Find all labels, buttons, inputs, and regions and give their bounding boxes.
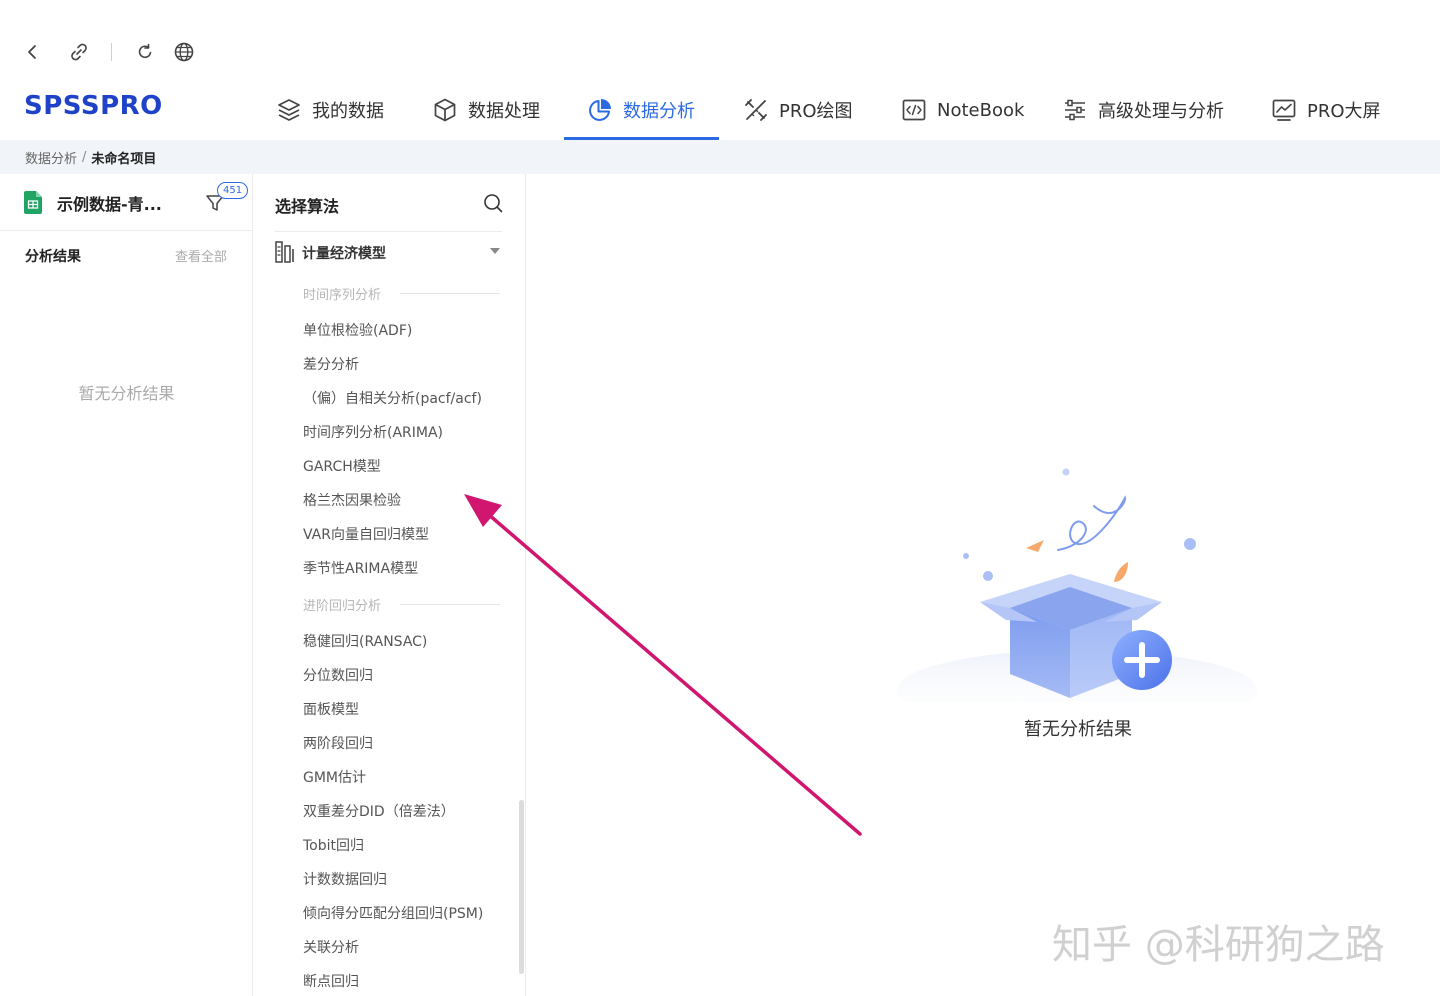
toolbar-separator (111, 43, 112, 61)
main-area: 暂无分析结果 (527, 174, 1440, 996)
left-panel: 示例数据-青... 451 分析结果 查看全部 暂无分析结果 (0, 174, 253, 996)
breadcrumb-parent[interactable]: 数据分析 (25, 148, 77, 167)
spreadsheet-icon (24, 191, 42, 214)
nav-advanced-analysis-label: 高级处理与分析 (1098, 101, 1224, 122)
group-label-advanced-regression: 进阶回归分析 (303, 599, 382, 614)
breadcrumb-separator: / (82, 149, 87, 165)
nav-pro-dashboard-label: PRO大屏 (1307, 101, 1381, 122)
search-icon[interactable] (482, 192, 504, 214)
nav-advanced-analysis[interactable]: 高级处理与分析 (1062, 80, 1224, 140)
nav-notebook[interactable]: NoteBook (901, 80, 1024, 140)
nav-pro-drawing-label: PRO绘图 (779, 101, 853, 122)
nav-data-analysis-label: 数据分析 (623, 101, 695, 122)
category-econometrics[interactable]: 计量经济模型 (275, 240, 502, 264)
watermark-text: 知乎 @科研狗之路 (1052, 922, 1385, 968)
algorithm-item[interactable]: 时间序列分析(ARIMA) (303, 422, 443, 442)
app-logo[interactable]: SPSSPRO (24, 90, 163, 122)
nav-pro-drawing[interactable]: PRO绘图 (743, 80, 853, 140)
algorithm-item[interactable]: 双重差分DID（倍差法） (303, 801, 455, 821)
group-label-time-series: 时间序列分析 (303, 288, 382, 303)
globe-icon[interactable] (170, 38, 198, 66)
algorithm-item[interactable]: 面板模型 (303, 699, 359, 719)
model-columns-icon (275, 241, 297, 263)
empty-box-illustration (897, 468, 1257, 702)
dataset-name: 示例数据-青... (57, 195, 162, 214)
algorithm-panel-title: 选择算法 (275, 197, 340, 216)
algorithm-item[interactable]: 季节性ARIMA模型 (303, 558, 418, 578)
algorithm-item[interactable]: 单位根检验(ADF) (303, 320, 412, 340)
algorithm-item[interactable]: 差分分析 (303, 354, 359, 374)
algorithm-panel: 选择算法 计量经济模型 时间序列分析 单位根检验(ADF) 差分分析 （偏）自相… (254, 174, 526, 996)
algorithm-item[interactable]: 关联分析 (303, 937, 359, 957)
dataset-selector[interactable]: 示例数据-青... 451 (0, 174, 253, 231)
refresh-icon[interactable] (131, 38, 159, 66)
row-count-badge: 451 (217, 182, 249, 199)
breadcrumb: 数据分析 / 未命名项目 (0, 140, 1440, 174)
nav-data-analysis[interactable]: 数据分析 (587, 80, 695, 140)
monitor-chart-icon (1271, 97, 1297, 123)
drawing-tools-icon (743, 97, 769, 123)
algorithm-item[interactable]: Tobit回归 (303, 835, 364, 855)
panel-divider (275, 231, 502, 232)
back-icon[interactable] (19, 38, 47, 66)
nav-my-data[interactable]: 我的数据 (276, 80, 384, 140)
left-empty-text: 暂无分析结果 (78, 384, 175, 403)
nav-data-processing-label: 数据处理 (468, 101, 540, 122)
category-label: 计量经济模型 (302, 246, 386, 262)
group-divider (400, 604, 500, 605)
algorithm-item[interactable]: （偏）自相关分析(pacf/acf) (303, 388, 482, 408)
algorithm-item[interactable]: 断点回归 (303, 971, 359, 991)
scrollbar-thumb[interactable] (519, 800, 524, 974)
algorithm-item[interactable]: 稳健回归(RANSAC) (303, 631, 427, 651)
algorithm-item[interactable]: 格兰杰因果检验 (303, 490, 401, 510)
sliders-icon (1062, 97, 1088, 123)
algorithm-item[interactable]: 两阶段回归 (303, 733, 373, 753)
code-icon (901, 97, 927, 123)
breadcrumb-current: 未命名项目 (91, 151, 157, 167)
link-icon[interactable] (65, 38, 93, 66)
nav-my-data-label: 我的数据 (312, 101, 384, 122)
group-divider (400, 293, 500, 294)
layers-icon (276, 97, 302, 123)
algorithm-item[interactable]: VAR向量自回归模型 (303, 524, 429, 544)
algorithm-item[interactable]: 倾向得分匹配分组回归(PSM) (303, 903, 483, 923)
main-empty-text: 暂无分析结果 (1024, 719, 1132, 740)
algorithm-item[interactable]: 分位数回归 (303, 665, 373, 685)
chevron-down-icon[interactable] (490, 248, 500, 254)
results-title: 分析结果 (25, 249, 81, 265)
nav-data-processing[interactable]: 数据处理 (432, 80, 540, 140)
view-all-link[interactable]: 查看全部 (175, 246, 227, 265)
cube-icon (432, 97, 458, 123)
nav-notebook-label: NoteBook (937, 99, 1025, 121)
nav-pro-dashboard[interactable]: PRO大屏 (1271, 80, 1381, 140)
app-header: SPSSPRO 我的数据 数据处理 数据分析 PRO绘图 NoteBook 高级… (0, 80, 1440, 140)
browser-toolbar (0, 0, 1440, 80)
algorithm-item[interactable]: 计数数据回归 (303, 869, 387, 889)
algorithm-item[interactable]: GARCH模型 (303, 456, 381, 476)
algorithm-item[interactable]: GMM估计 (303, 767, 366, 787)
pie-chart-icon (587, 97, 613, 123)
